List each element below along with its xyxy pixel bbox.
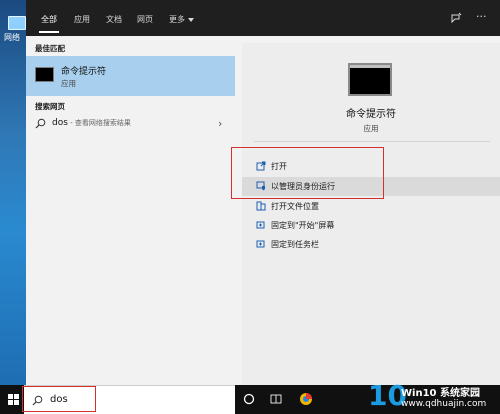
chevron-down-icon bbox=[188, 17, 194, 22]
action-pin-to-start[interactable]: 固定到"开始"屏幕 bbox=[242, 216, 500, 235]
feedback-icon[interactable] bbox=[450, 12, 462, 24]
best-match-heading: 最佳匹配 bbox=[35, 44, 65, 53]
web-query-text: dos bbox=[52, 118, 68, 128]
action-pin-to-taskbar[interactable]: 固定到任务栏 bbox=[242, 235, 500, 254]
annotation-highlight-search bbox=[22, 386, 96, 412]
annotation-highlight-actions bbox=[231, 147, 384, 199]
search-icon bbox=[35, 118, 46, 129]
tab-more[interactable]: 更多 bbox=[169, 14, 194, 25]
tab-apps[interactable]: 应用 bbox=[74, 14, 90, 25]
active-tab-indicator bbox=[39, 31, 59, 33]
divider bbox=[254, 141, 490, 142]
command-prompt-icon bbox=[35, 67, 54, 82]
action-label: 打开文件位置 bbox=[271, 202, 319, 211]
windows-start-icon[interactable] bbox=[8, 394, 19, 405]
tab-all[interactable]: 全部 bbox=[41, 14, 57, 25]
command-prompt-large-icon bbox=[348, 63, 392, 96]
task-view-icon[interactable] bbox=[242, 392, 256, 406]
search-tabs-bar: 全部 应用 文档 网页 更多 ··· bbox=[26, 0, 500, 36]
more-options-icon[interactable]: ··· bbox=[476, 11, 488, 24]
app-type: 应用 bbox=[363, 124, 379, 133]
tab-more-label: 更多 bbox=[169, 15, 185, 24]
web-search-item[interactable]: dos - 查看网络搜索结果 › bbox=[26, 116, 239, 134]
computer-icon bbox=[8, 16, 26, 30]
action-label: 固定到"开始"屏幕 bbox=[271, 221, 335, 230]
web-search-heading: 搜索网页 bbox=[35, 102, 65, 111]
watermark-url: www.qdhuajin.com bbox=[401, 399, 487, 409]
web-query-hint: - 查看网络搜索结果 bbox=[67, 119, 131, 127]
tab-web[interactable]: 网页 bbox=[137, 14, 153, 25]
folder-icon bbox=[256, 201, 266, 211]
tab-documents[interactable]: 文档 bbox=[106, 14, 122, 25]
action-open-file-location[interactable]: 打开文件位置 bbox=[242, 197, 500, 216]
best-match-item[interactable]: 命令提示符 应用 bbox=[26, 56, 235, 96]
app-details-pane: 命令提示符 应用 打开 以管理员身份运行 打开文件位置 固定到"开始"屏幕 固定… bbox=[242, 43, 500, 385]
browser-icon[interactable] bbox=[299, 392, 313, 406]
results-list: 最佳匹配 命令提示符 应用 搜索网页 dos - 查看网络搜索结果 › bbox=[26, 36, 239, 385]
pin-icon bbox=[256, 240, 265, 248]
chevron-right-icon[interactable]: › bbox=[218, 117, 222, 130]
action-label: 固定到任务栏 bbox=[271, 240, 319, 249]
watermark: 10 Win10 系统家园 www.qdhuajin.com bbox=[368, 381, 500, 414]
best-match-type: 应用 bbox=[61, 79, 76, 88]
watermark-brand: Win10 系统家园 bbox=[401, 388, 480, 399]
web-search-query: dos - 查看网络搜索结果 bbox=[52, 118, 131, 128]
app-icon[interactable] bbox=[269, 392, 283, 406]
app-name: 命令提示符 bbox=[346, 109, 396, 120]
pin-icon bbox=[256, 221, 265, 229]
best-match-name: 命令提示符 bbox=[61, 67, 107, 77]
